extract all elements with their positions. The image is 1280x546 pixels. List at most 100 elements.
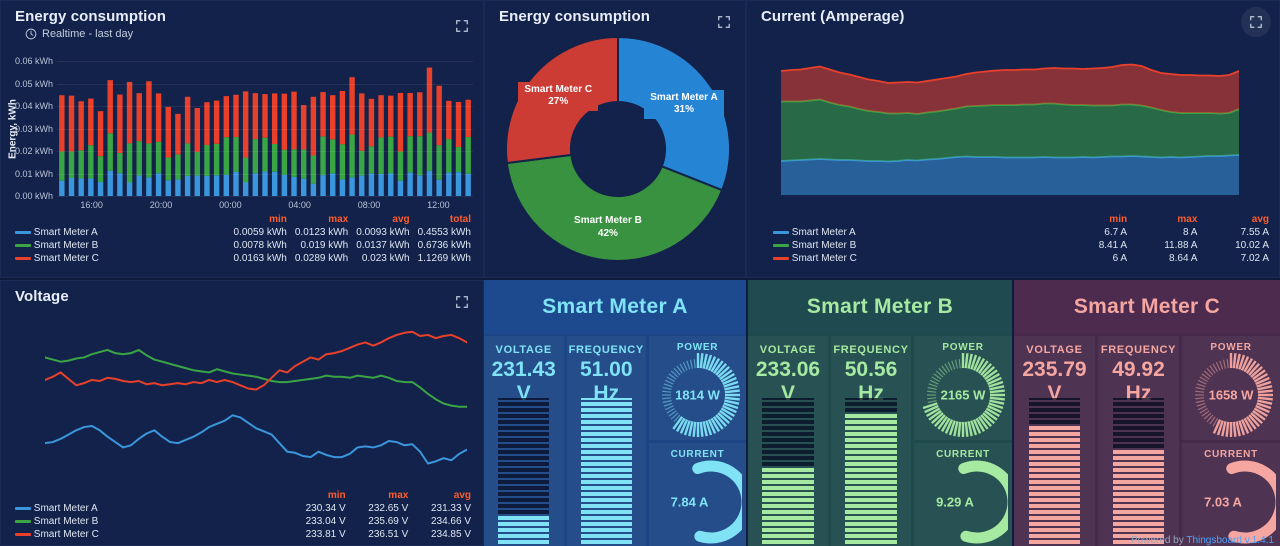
- legend-series-name[interactable]: Smart Meter A: [9, 502, 291, 515]
- bar-segment: [762, 408, 814, 412]
- frequency-gauge[interactable]: FREQUENCY 49.92 Hz: [1098, 336, 1179, 546]
- current-gauge[interactable]: CURRENT 7.03 A: [1182, 442, 1280, 546]
- current-gauge[interactable]: CURRENT 9.29 A: [914, 442, 1012, 546]
- bar-segment: [1028, 510, 1081, 514]
- bar-segment: [845, 480, 897, 484]
- gauge-tick: [663, 383, 673, 387]
- legend-row[interactable]: Smart Meter B 233.04 V 235.69 V 234.66 V: [9, 515, 479, 528]
- legend-col-header: min: [327, 490, 346, 501]
- voltage-gauge[interactable]: VOLTAGE 233.06 V: [748, 336, 828, 546]
- expand-icon[interactable]: [455, 295, 469, 309]
- legend-series-name[interactable]: Smart Meter C: [9, 528, 291, 541]
- bar-segment: [1028, 498, 1081, 502]
- legend-stat-value: 0.019 kWh: [300, 240, 349, 251]
- bar-segment: [1028, 398, 1081, 400]
- legend-series-name[interactable]: Smart Meter A: [767, 226, 1073, 239]
- panel-energy-consumption-bar: Energy consumption Realtime - last day 0…: [0, 0, 484, 278]
- x-axis-tick: 16:00: [80, 200, 103, 210]
- bar-segment: [1028, 402, 1081, 406]
- frequency-gauge[interactable]: FREQUENCY 50.56 Hz: [831, 336, 911, 546]
- legend-row[interactable]: Smart Meter B 8.41 A 11.88 A 10.02 A: [767, 239, 1277, 252]
- power-gauge[interactable]: POWER 1658 W: [1182, 336, 1280, 440]
- current-gauge[interactable]: CURRENT 7.84 A: [649, 442, 746, 546]
- legend-series-name[interactable]: Smart Meter B: [767, 239, 1073, 252]
- bar-segment: [426, 170, 433, 196]
- footer-link[interactable]: Thingsboard v.1.4.1: [1186, 535, 1274, 546]
- bar-segment: [1028, 426, 1081, 430]
- voltage-gauge[interactable]: VOLTAGE 231.43 V: [484, 336, 564, 546]
- legend-row[interactable]: Smart Meter A 6.7 A 8 A 7.55 A: [767, 226, 1277, 239]
- expand-icon[interactable]: [717, 15, 731, 29]
- frequency-gauge[interactable]: FREQUENCY 51.00 Hz: [566, 336, 646, 546]
- bar-segment: [845, 486, 897, 490]
- expand-icon[interactable]: [1241, 7, 1271, 37]
- legend-stat-value: 7.02 A: [1240, 253, 1269, 264]
- gauge-tick: [964, 421, 969, 437]
- bar-segment: [78, 178, 84, 196]
- voltage-gauge[interactable]: VOLTAGE 235.79 V: [1014, 336, 1095, 546]
- voltage-gauge-bar: [1028, 398, 1081, 544]
- bar-segment: [1112, 408, 1165, 412]
- bar-segment: [68, 178, 75, 196]
- legend-stat-value: 235.69 V: [368, 516, 409, 527]
- legend-series-name[interactable]: Smart Meter C: [767, 252, 1073, 265]
- bar-segment: [580, 408, 632, 412]
- bar-segment: [465, 173, 471, 196]
- legend-col-header: total: [449, 214, 471, 225]
- legend-series-name[interactable]: Smart Meter C: [9, 252, 234, 265]
- bar-segment: [1028, 408, 1081, 412]
- legend-series-name[interactable]: Smart Meter B: [9, 515, 291, 528]
- bar-segment: [1112, 486, 1165, 490]
- legend-series-name[interactable]: Smart Meter A: [9, 226, 234, 239]
- bar-segment: [204, 144, 210, 176]
- bar-segment: [580, 486, 632, 490]
- bar-segment: [1112, 504, 1165, 508]
- bar-segment: [498, 492, 550, 496]
- power-gauge[interactable]: POWER 1814 W: [649, 336, 746, 440]
- bar-segment: [1028, 474, 1081, 478]
- bar-segment: [165, 157, 171, 181]
- legend-row[interactable]: Smart Meter A 230.34 V 232.65 V 231.33 V: [9, 502, 479, 515]
- bar-segment: [465, 137, 471, 174]
- bar-segment: [155, 141, 162, 174]
- bar-segment: [1112, 516, 1165, 520]
- bar-segment: [580, 516, 632, 520]
- bar-segment: [498, 402, 550, 406]
- bar-segment: [136, 175, 142, 197]
- bar-segment: [349, 134, 355, 178]
- bar-segment: [397, 92, 404, 152]
- legend-row[interactable]: Smart Meter C 233.81 V 236.51 V 234.85 V: [9, 528, 479, 541]
- legend-row[interactable]: Smart Meter A 0.0059 kWh 0.0123 kWh 0.0093 …: [9, 226, 479, 239]
- bar-segment: [498, 540, 550, 544]
- bar-segment: [498, 504, 550, 508]
- bar-segment: [1028, 540, 1081, 544]
- current-gauge-arc: 7.84 A: [649, 460, 746, 546]
- legend-series-name[interactable]: Smart Meter B: [9, 239, 234, 252]
- bar-segment: [281, 93, 288, 150]
- legend-row[interactable]: Smart Meter C 0.0163 kWh 0.0289 kWh 0.023 k…: [9, 252, 479, 265]
- grid-line: [57, 151, 473, 152]
- power-gauge[interactable]: POWER 2165 W: [914, 336, 1012, 440]
- y-axis-label: Energy, kWh: [7, 98, 19, 159]
- frequency-gauge-label: FREQUENCY: [1100, 344, 1177, 356]
- bar-segment: [291, 176, 297, 197]
- bar-segment: [762, 432, 814, 436]
- gauge-tick: [957, 421, 962, 437]
- legend-color-swatch: [15, 230, 31, 234]
- gauge-tick: [1215, 361, 1221, 371]
- bar-segment: [300, 178, 307, 196]
- bar-segment: [580, 534, 632, 538]
- bar-segment: [580, 444, 632, 448]
- legend-row[interactable]: Smart Meter B 0.0078 kWh 0.019 kWh 0.0137 k…: [9, 239, 479, 252]
- bar-segment: [498, 480, 550, 484]
- expand-icon[interactable]: [455, 19, 469, 33]
- bar-segment: [320, 175, 326, 197]
- bar-segment: [194, 108, 200, 152]
- bar-segment: [580, 510, 632, 514]
- gauge-tick: [928, 383, 938, 387]
- bar-segment: [455, 101, 462, 147]
- bar-segment: [1028, 414, 1081, 418]
- panel-current-amperage: Current (Amperage) 0 A5 A10 A15 A20 A25 …: [746, 0, 1280, 278]
- panel-energy-consumption-pie: Energy consumption Smart Meter A 31% Smart…: [484, 0, 746, 278]
- legend-row[interactable]: Smart Meter C 6 A 8.64 A 7.02 A: [767, 252, 1277, 265]
